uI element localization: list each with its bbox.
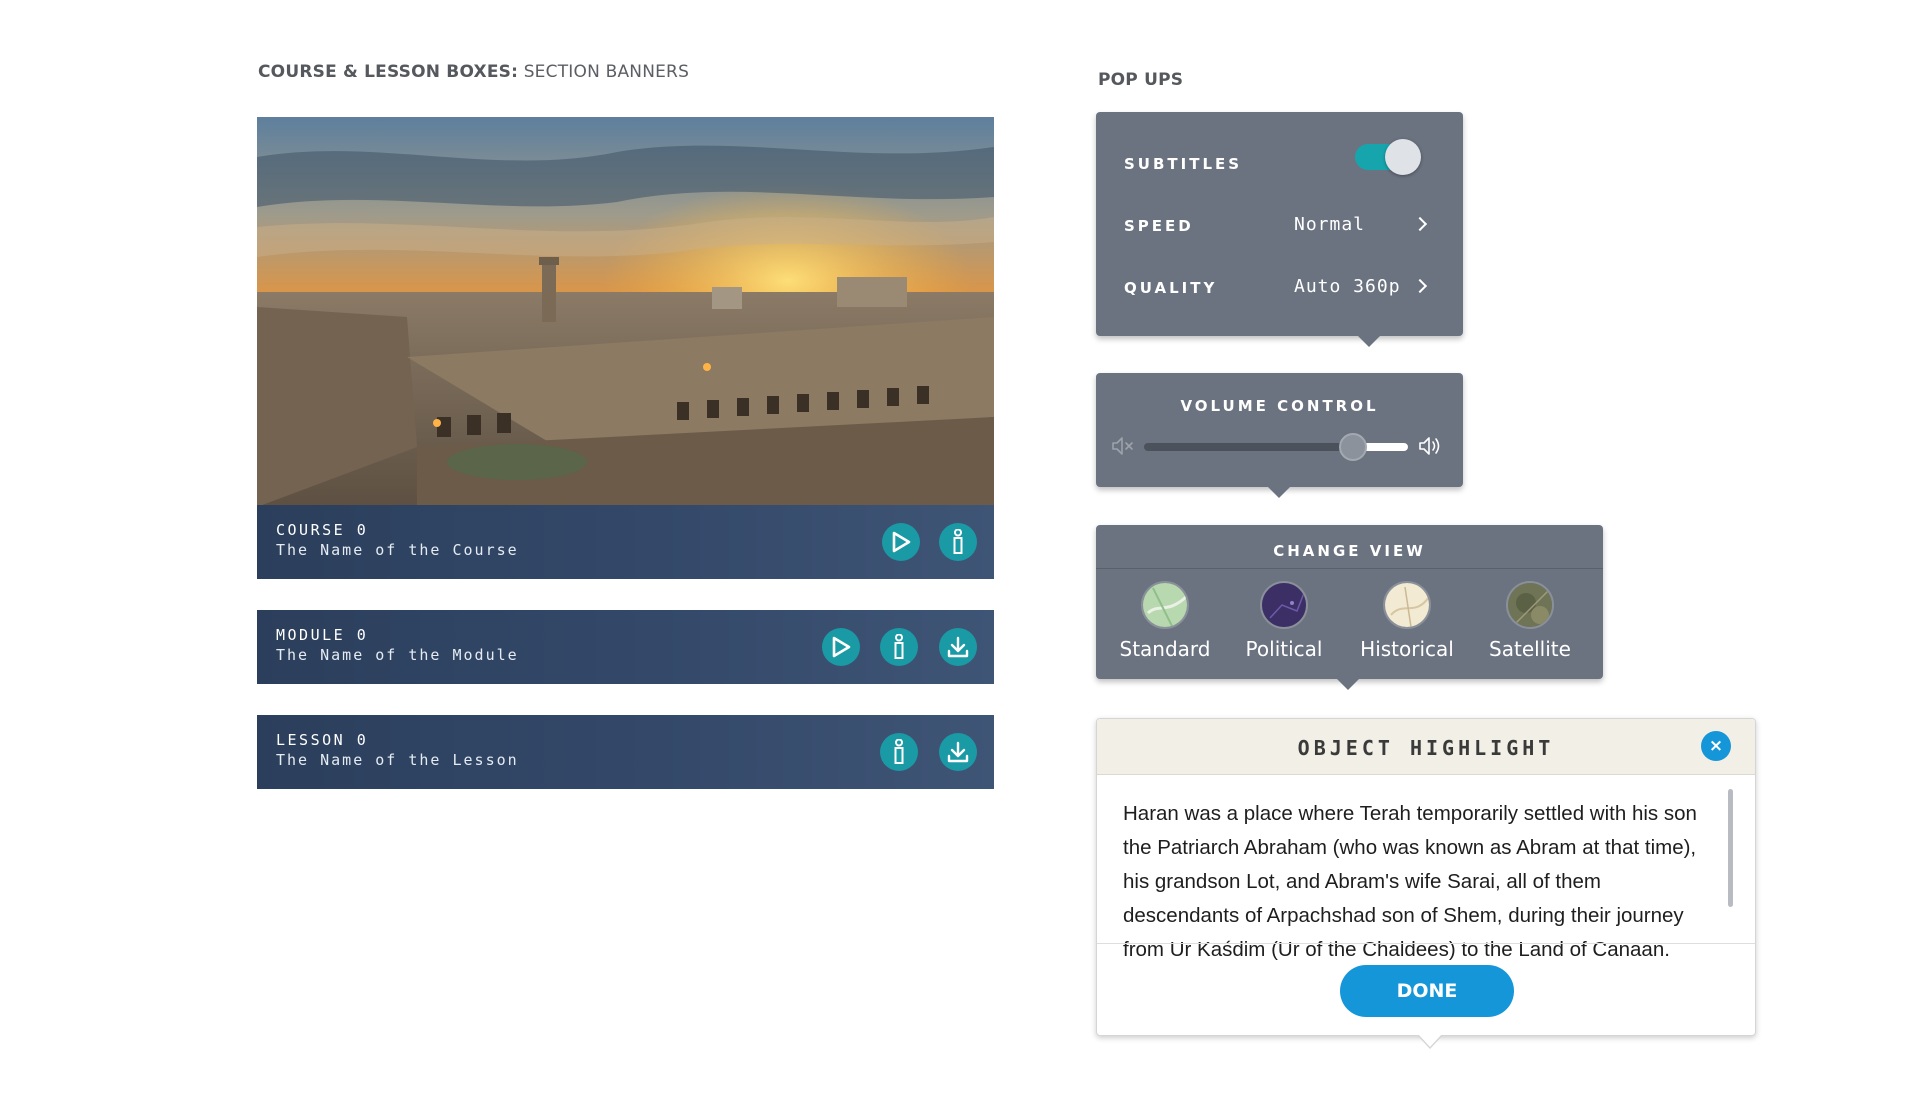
player-settings-popup: SUBTITLES SPEED Normal QUALITY Auto 360p: [1096, 112, 1463, 347]
course-kicker: COURSE 0: [276, 521, 369, 539]
lesson-banner[interactable]: LESSON 0 The Name of the Lesson: [257, 715, 994, 789]
object-highlight-header: OBJECT HIGHLIGHT ×: [1097, 719, 1755, 775]
lesson-download-button[interactable]: [939, 733, 977, 771]
view-option-label: Historical: [1360, 637, 1454, 661]
course-banner: COURSE 0 The Name of the Course: [257, 505, 994, 579]
volume-control-popup: VOLUME CONTROL: [1096, 373, 1463, 498]
header-divider: [1096, 568, 1603, 569]
lesson-kicker: LESSON 0: [276, 731, 369, 749]
footer-divider: [1097, 943, 1755, 944]
left-heading-bold: COURSE & LESSON BOXES:: [258, 62, 519, 82]
popup-pointer: [1337, 679, 1359, 690]
done-button[interactable]: DONE: [1340, 965, 1514, 1017]
lesson-info-button[interactable]: [880, 733, 918, 771]
popups-heading: POP UPS: [1098, 70, 1183, 90]
left-section-heading: COURSE & LESSON BOXES: SECTION BANNERS: [258, 62, 689, 82]
module-info-button[interactable]: [880, 628, 918, 666]
speed-label: SPEED: [1124, 217, 1194, 235]
info-icon: [894, 634, 904, 659]
volume-up-icon[interactable]: [1418, 434, 1446, 458]
course-name: The Name of the Course: [276, 541, 519, 559]
view-option-label: Political: [1245, 637, 1323, 661]
module-download-button[interactable]: [939, 628, 977, 666]
speed-chevron-icon[interactable]: [1412, 216, 1428, 232]
course-play-button[interactable]: [882, 523, 920, 561]
info-icon: [953, 529, 963, 554]
quality-label: QUALITY: [1124, 279, 1218, 297]
info-icon: [894, 739, 904, 764]
play-icon: [892, 531, 911, 553]
popup-pointer: [1358, 336, 1380, 347]
view-option-political[interactable]: Political: [1229, 581, 1339, 661]
lesson-name: The Name of the Lesson: [276, 751, 519, 769]
left-heading-rest: SECTION BANNERS: [523, 62, 690, 82]
object-highlight-text: Haran was a place where Terah temporaril…: [1123, 802, 1697, 961]
play-icon: [832, 636, 851, 658]
close-button[interactable]: ×: [1701, 731, 1731, 761]
subtitles-label: SUBTITLES: [1124, 155, 1243, 173]
quality-chevron-icon[interactable]: [1412, 278, 1428, 294]
toggle-knob: [1385, 139, 1421, 175]
mute-icon[interactable]: [1111, 435, 1137, 457]
change-view-popup: CHANGE VIEW Standard Political Historica…: [1096, 525, 1603, 690]
module-play-button[interactable]: [822, 628, 860, 666]
download-icon: [947, 636, 969, 658]
module-kicker: MODULE 0: [276, 626, 369, 644]
volume-slider-thumb[interactable]: [1338, 433, 1367, 461]
object-highlight-popup: OBJECT HIGHLIGHT × Haran was a place whe…: [1096, 718, 1756, 1049]
scrollbar[interactable]: [1728, 789, 1733, 907]
jerusalem-citadel-sunset-photo: [257, 117, 994, 507]
speed-value[interactable]: Normal: [1294, 214, 1365, 235]
course-info-button[interactable]: [939, 523, 977, 561]
subtitles-toggle[interactable]: [1355, 139, 1421, 175]
view-option-historical[interactable]: Historical: [1352, 581, 1462, 661]
view-option-label: Satellite: [1489, 637, 1571, 661]
module-banner[interactable]: MODULE 0 The Name of the Module: [257, 610, 994, 684]
popup-pointer-fill: [1418, 1034, 1442, 1047]
volume-slider-track[interactable]: [1144, 443, 1408, 451]
object-highlight-title: OBJECT HIGHLIGHT: [1297, 736, 1555, 760]
political-map-thumb: [1260, 581, 1308, 629]
view-option-standard[interactable]: Standard: [1110, 581, 1220, 661]
historical-map-thumb: [1383, 581, 1431, 629]
popup-pointer: [1268, 487, 1290, 498]
module-name: The Name of the Module: [276, 646, 519, 664]
view-option-satellite[interactable]: Satellite: [1475, 581, 1585, 661]
quality-value[interactable]: Auto 360p: [1294, 276, 1401, 297]
popups-heading-text: POP UPS: [1098, 70, 1184, 90]
download-icon: [947, 741, 969, 763]
standard-map-thumb: [1141, 581, 1189, 629]
change-view-title: CHANGE VIEW: [1273, 542, 1426, 560]
satellite-map-thumb: [1506, 581, 1554, 629]
view-option-label: Standard: [1119, 637, 1211, 661]
course-hero-card[interactable]: COURSE 0 The Name of the Course: [257, 117, 994, 579]
volume-title: VOLUME CONTROL: [1180, 397, 1379, 415]
